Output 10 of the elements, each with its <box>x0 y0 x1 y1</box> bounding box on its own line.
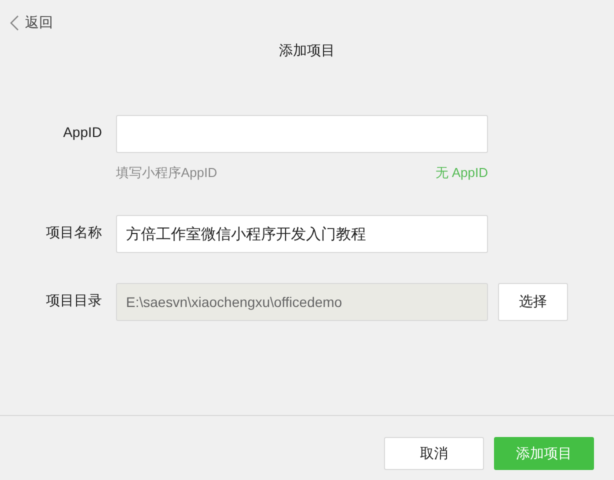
input-field[interactable]: 方倍工作室微信小程序开发入门教程 <box>116 215 488 253</box>
field-label: 项目目录 <box>45 291 102 310</box>
chevron-left-icon <box>10 15 19 31</box>
page-title: 添加项目 <box>278 42 336 60</box>
input-field[interactable] <box>116 115 488 153</box>
field-label: AppID <box>62 123 102 140</box>
cancel-button[interactable]: 取消 <box>384 437 484 470</box>
field-label: 项目名称 <box>45 223 102 242</box>
back-link[interactable]: 返回 <box>10 13 53 33</box>
hint-text: 填写小程序AppID <box>116 164 218 182</box>
